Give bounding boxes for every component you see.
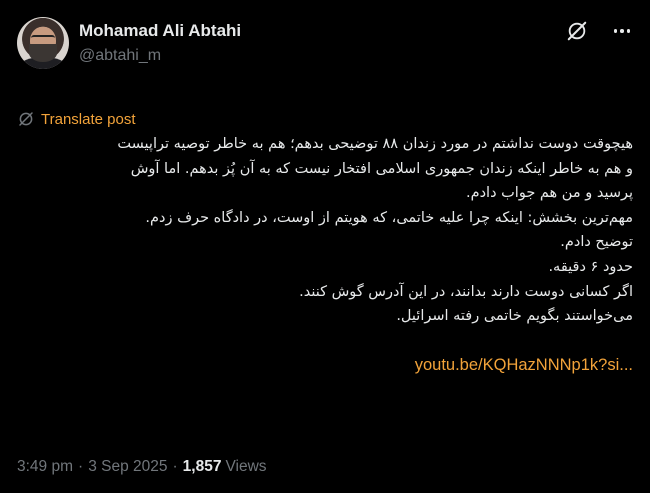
post-line: و هم به خاطر اینکه زندان جمهوری اسلامی ا… xyxy=(130,160,633,177)
post-card: Mohamad Ali Abtahi @abtahi_m Translate p… xyxy=(0,0,650,493)
post-meta: 3:49 pm · 3 Sep 2025 · 1,857 Views xyxy=(17,458,267,476)
header-actions xyxy=(566,20,630,42)
translate-icon xyxy=(19,112,33,126)
post-line: توضیح دادم. xyxy=(560,234,633,251)
author-handle[interactable]: @abtahi_m xyxy=(79,45,241,67)
post-date[interactable]: 3 Sep 2025 xyxy=(88,458,167,476)
post-line: می‌خواستند بگویم خاتمی رفته اسرائیل. xyxy=(396,308,633,325)
avatar-glasses xyxy=(31,35,55,42)
meta-separator: · xyxy=(78,458,84,475)
author-display-name[interactable]: Mohamad Ali Abtahi xyxy=(79,20,241,42)
views-label: Views xyxy=(225,458,267,475)
post-time[interactable]: 3:49 pm xyxy=(17,458,73,476)
views-count[interactable]: 1,857 xyxy=(183,458,222,476)
avatar[interactable] xyxy=(17,17,69,69)
post-line: مهم‌ترین بخشش: اینکه چرا علیه خاتمی، که … xyxy=(145,209,633,226)
post-line: هیچوقت دوست نداشتم در مورد زندان ۸۸ توضی… xyxy=(117,136,633,152)
grok-icon[interactable] xyxy=(566,20,588,42)
post-line: پرسید و من هم جواب دادم. xyxy=(466,185,633,202)
youtube-link[interactable]: youtu.be/KQHazNNNp1k?si... xyxy=(17,353,633,378)
avatar-beard xyxy=(29,44,57,62)
post-line: اگر کسانی دوست دارند بدانند، در این آدرس… xyxy=(299,283,633,300)
post-text: هیچوقت دوست نداشتم در مورد زندان ۸۸ توضی… xyxy=(17,132,634,377)
meta-separator: · xyxy=(172,458,178,475)
more-icon[interactable] xyxy=(613,20,630,42)
translate-label: Translate post xyxy=(41,110,136,128)
author-names: Mohamad Ali Abtahi @abtahi_m xyxy=(79,16,241,67)
post-header: Mohamad Ali Abtahi @abtahi_m xyxy=(17,16,634,76)
translate-post-link[interactable]: Translate post xyxy=(17,109,634,129)
post-line: حدود ۶ دقیقه. xyxy=(548,258,633,275)
